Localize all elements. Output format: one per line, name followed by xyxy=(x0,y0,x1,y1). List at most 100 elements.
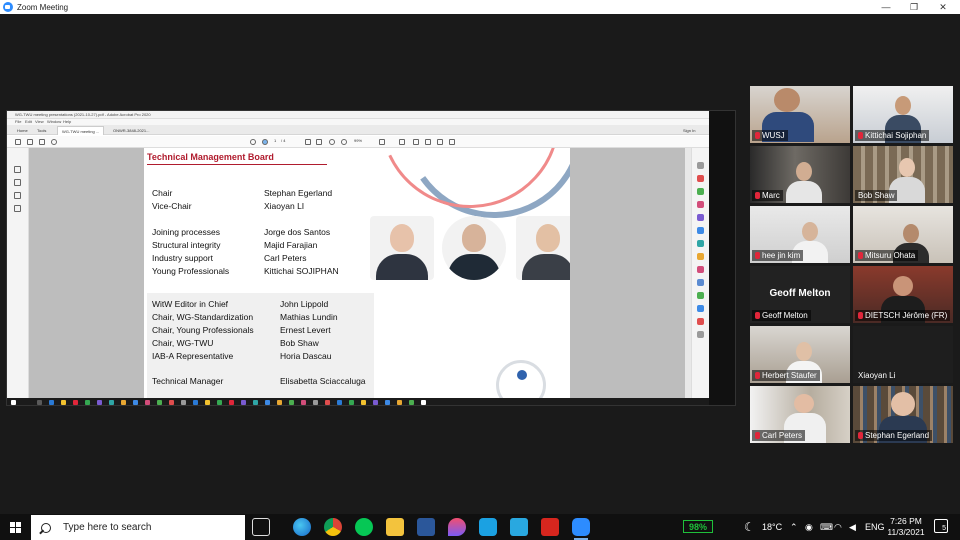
highlight-icon[interactable] xyxy=(425,139,431,145)
tray-app-icon[interactable]: ◉ xyxy=(805,514,813,540)
taskbar-search-box[interactable]: Type here to search xyxy=(31,515,245,540)
role-wg-twu: Chair, WG-TWU xyxy=(152,338,214,348)
zoom-out-icon[interactable] xyxy=(329,139,335,145)
prev-page-icon[interactable] xyxy=(250,139,256,145)
compress-icon[interactable] xyxy=(697,279,704,286)
tab-home[interactable]: Home xyxy=(13,126,32,135)
search-icon[interactable] xyxy=(51,139,57,145)
zoom-level[interactable]: 99% xyxy=(354,138,362,143)
comment-tool-icon[interactable] xyxy=(697,214,704,221)
video-tile[interactable]: Xiaoyan Li xyxy=(853,326,953,383)
video-tile[interactable]: Mitsuru Ohata xyxy=(853,206,953,263)
request-sign-icon[interactable] xyxy=(697,318,704,325)
remote-app-icon xyxy=(409,400,414,405)
comment-icon[interactable] xyxy=(399,139,405,145)
participant-name: Stephan Egerland xyxy=(855,430,933,441)
video-tile[interactable]: hee jin kim xyxy=(750,206,850,263)
name-witw-editor: John Lippold xyxy=(280,299,329,309)
video-tile[interactable]: Carl Peters xyxy=(750,386,850,443)
video-tile[interactable]: Bob Shaw xyxy=(853,146,953,203)
close-button[interactable]: ✕ xyxy=(930,0,956,14)
network-icon[interactable]: ⌨ xyxy=(820,514,833,540)
slide-title-rule xyxy=(147,164,327,165)
select-tool-icon[interactable] xyxy=(305,139,311,145)
more-tools-icon[interactable] xyxy=(697,331,704,338)
volume-icon[interactable]: ◀ xyxy=(849,514,856,540)
minimize-button[interactable]: — xyxy=(873,0,899,14)
fit-page-icon[interactable] xyxy=(379,139,385,145)
acrobat-icon[interactable] xyxy=(541,518,559,536)
remote-start-icon xyxy=(11,400,16,405)
shield-icon[interactable] xyxy=(697,305,704,312)
page-total: / 4 xyxy=(281,138,286,143)
tab-pdf-document[interactable]: WG-TWU meeting ... xyxy=(57,126,105,135)
video-tile-active-speaker[interactable]: Stephan Egerland xyxy=(853,386,953,443)
notification-center-icon[interactable]: 5 xyxy=(934,519,948,533)
bookmark-icon[interactable] xyxy=(14,179,21,186)
windows-start-icon[interactable] xyxy=(10,522,21,533)
export-pdf-icon[interactable] xyxy=(697,175,704,182)
video-tile[interactable]: DIETSCH Jérôme (FR) xyxy=(853,266,953,323)
page-number[interactable]: 1 xyxy=(274,138,276,143)
video-tile[interactable]: Geoff Melton Geoff Melton xyxy=(750,266,850,323)
word-icon[interactable] xyxy=(417,518,435,536)
hand-tool-icon[interactable] xyxy=(316,139,322,145)
participant-display-name: Geoff Melton xyxy=(769,288,831,299)
wifi-icon[interactable]: ◠ xyxy=(834,514,842,540)
video-tile[interactable]: Kittichai Sojiphan xyxy=(853,86,953,143)
tab-pdf-document-2[interactable]: ONWR-3848-2021... xyxy=(109,126,153,135)
zoom-app-icon[interactable] xyxy=(572,518,590,540)
redact-icon[interactable] xyxy=(697,253,704,260)
file-explorer-icon[interactable] xyxy=(386,518,404,536)
app-l-icon[interactable] xyxy=(510,518,528,536)
mic-muted-icon xyxy=(755,372,760,379)
language-indicator[interactable]: ENG xyxy=(865,514,885,540)
fill-sign-icon[interactable] xyxy=(697,292,704,299)
zoom-in-icon[interactable] xyxy=(341,139,347,145)
next-page-icon[interactable] xyxy=(262,139,268,145)
battery-indicator[interactable]: 98% xyxy=(683,520,713,533)
protect-icon[interactable] xyxy=(697,266,704,273)
app-droplet-icon[interactable] xyxy=(448,518,466,536)
stamp-icon[interactable] xyxy=(437,139,443,145)
upload-icon[interactable] xyxy=(27,139,33,145)
sign-in-button[interactable]: Sign In xyxy=(679,126,699,135)
organize-pages-icon[interactable] xyxy=(697,240,704,247)
participant-name: WUSJ xyxy=(752,130,788,141)
print-icon[interactable] xyxy=(39,139,45,145)
zoom-tool-icon[interactable] xyxy=(697,162,704,169)
layers-icon[interactable] xyxy=(14,205,21,212)
pen-icon[interactable] xyxy=(413,139,419,145)
pages-icon[interactable] xyxy=(14,166,21,173)
video-tile[interactable]: Herbert Staufer xyxy=(750,326,850,383)
name-joining: Jorge dos Santos xyxy=(264,227,331,237)
chrome-icon[interactable] xyxy=(324,518,342,536)
participant-name: Bob Shaw xyxy=(855,190,898,201)
undo-icon[interactable] xyxy=(449,139,455,145)
tab-tools[interactable]: Tools xyxy=(33,126,50,135)
edit-pdf-icon[interactable] xyxy=(697,188,704,195)
attachment-icon[interactable] xyxy=(14,192,21,199)
app-c-icon[interactable] xyxy=(479,518,497,536)
temperature[interactable]: 18°C xyxy=(762,514,782,540)
combine-files-icon[interactable] xyxy=(697,227,704,234)
role-vice-chair: Vice-Chair xyxy=(152,201,192,211)
edge-icon[interactable] xyxy=(293,518,311,536)
line-icon[interactable] xyxy=(355,518,373,536)
maximize-button[interactable]: ❐ xyxy=(901,0,927,14)
taskbar-clock[interactable]: 7:26 PM 11/3/2021 xyxy=(884,516,928,538)
video-tile[interactable]: Marc xyxy=(750,146,850,203)
create-pdf-icon[interactable] xyxy=(697,201,704,208)
remote-app-icon xyxy=(109,400,114,405)
remote-app-icon xyxy=(325,400,330,405)
remote-app-icon xyxy=(313,400,318,405)
remote-app-icon xyxy=(253,400,258,405)
video-tile[interactable]: WUSJ xyxy=(750,86,850,143)
task-view-icon[interactable] xyxy=(252,518,270,536)
save-icon[interactable] xyxy=(15,139,21,145)
show-hidden-icons-icon[interactable]: ⌃ xyxy=(790,514,798,540)
weather-moon-icon[interactable]: ☾ xyxy=(744,514,755,540)
remote-app-icon xyxy=(181,400,186,405)
remote-app-icon xyxy=(301,400,306,405)
name-wg-standardization: Mathias Lundin xyxy=(280,312,338,322)
